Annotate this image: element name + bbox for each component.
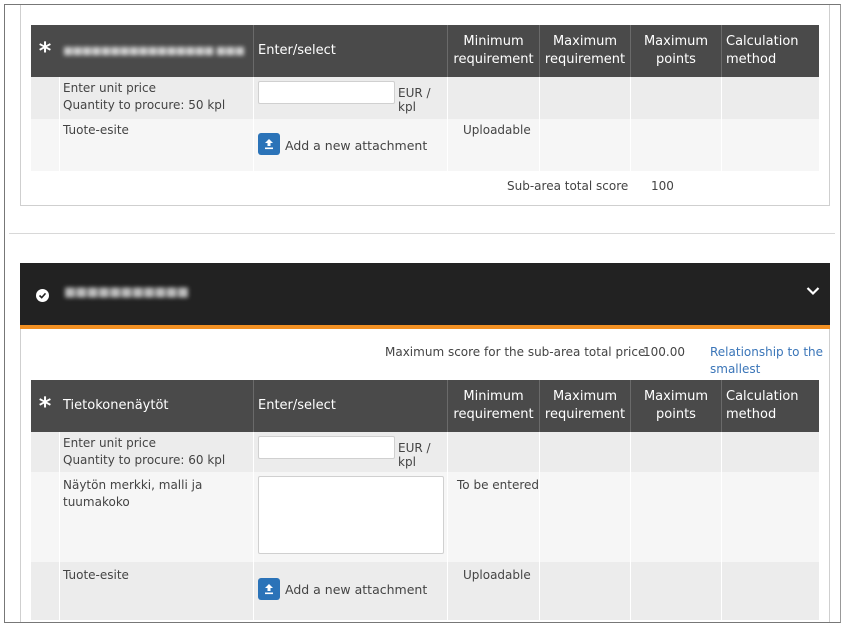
table-row-display-model: Näytön merkki, malli ja tuumakoko To be …	[31, 472, 819, 562]
procurement-table-1: * ■■■■■■■■■■■■■■■■ ■■■ Enter/select Mini…	[31, 25, 819, 205]
unit-price-label: Enter unit price	[63, 81, 156, 95]
brochure-label: Tuote-esite	[63, 123, 129, 137]
section-divider	[9, 233, 835, 234]
relationship-link[interactable]: Relationship to the smallest	[710, 344, 823, 378]
relationship-link-line2[interactable]: smallest	[710, 361, 823, 378]
subtotal-value: 100	[651, 179, 674, 193]
blurred-item-name: ■■■■■■■■■■■■■■■■ ■■■	[63, 44, 245, 57]
upload-icon[interactable]	[258, 578, 280, 600]
header-max-requirement: Maximum requirement	[539, 25, 630, 77]
table-row-brochure: Tuote-esite Add a new attachment Uploada…	[31, 119, 819, 171]
brochure-label: Tuote-esite	[63, 568, 129, 582]
subtotal-label: Sub-area total score	[507, 179, 629, 193]
asterisk-icon: *	[38, 37, 52, 65]
display-model-label: Näytön merkki, malli ja tuumakoko	[63, 478, 203, 509]
check-circle-icon	[36, 289, 49, 302]
unit-price-input[interactable]	[258, 81, 395, 104]
add-attachment-button[interactable]: Add a new attachment	[285, 582, 427, 597]
table-row-brochure: Tuote-esite Add a new attachment Uploada…	[31, 562, 819, 620]
header-min-requirement: Minimum requirement	[447, 380, 539, 432]
min-req-value: Uploadable	[463, 123, 531, 137]
header-enter-select: Enter/select	[253, 25, 447, 77]
unit-price-label: Enter unit price	[63, 436, 156, 450]
unit-price-input[interactable]	[258, 436, 395, 459]
max-score-value: 100.00	[643, 345, 685, 359]
table-row-unit-price: Enter unit price Quantity to procure: 60…	[31, 432, 819, 472]
relationship-link-line1[interactable]: Relationship to the	[710, 344, 823, 361]
table-row-unit-price: Enter unit price Quantity to procure: 50…	[31, 77, 819, 119]
min-req-value: Uploadable	[463, 568, 531, 582]
chevron-down-icon[interactable]	[806, 285, 820, 299]
unit-label: EUR / kpl	[398, 86, 431, 114]
browser-frame: smallest * ■■■■■■■■■■■■■■■■ ■■■ Enter/se…	[4, 4, 841, 623]
sub-area-header[interactable]: ■■■■■■■■■■■	[20, 263, 830, 325]
header-item-name: ■■■■■■■■■■■■■■■■ ■■■	[59, 25, 253, 77]
unit-label: EUR / kpl	[398, 441, 431, 469]
quantity-label: Quantity to procure: 50 kpl	[63, 98, 226, 112]
min-req-value: To be entered	[457, 478, 540, 492]
quantity-label: Quantity to procure: 60 kpl	[63, 453, 226, 467]
header-max-requirement: Maximum requirement	[539, 380, 630, 432]
upload-icon[interactable]	[258, 133, 280, 155]
header-max-points: Maximum points	[630, 380, 721, 432]
asterisk-icon: *	[38, 392, 52, 420]
header-max-points: Maximum points	[630, 25, 721, 77]
header-calc-method: Calculation method	[721, 380, 819, 432]
add-attachment-button[interactable]: Add a new attachment	[285, 138, 427, 153]
table-header: * Tietokonenäytöt Enter/select Minimum r…	[31, 380, 819, 432]
display-model-textarea[interactable]	[258, 476, 444, 554]
blurred-section-title: ■■■■■■■■■■■	[64, 285, 189, 300]
header-min-requirement: Minimum requirement	[447, 25, 539, 77]
header-enter-select: Enter/select	[253, 380, 447, 432]
procurement-table-2: * Tietokonenäytöt Enter/select Minimum r…	[31, 380, 819, 620]
header-calc-method: Calculation method	[721, 25, 819, 77]
max-score-label: Maximum score for the sub-area total pri…	[385, 345, 646, 359]
header-item-name: Tietokonenäytöt	[63, 398, 169, 413]
table-header: * ■■■■■■■■■■■■■■■■ ■■■ Enter/select Mini…	[31, 25, 819, 77]
